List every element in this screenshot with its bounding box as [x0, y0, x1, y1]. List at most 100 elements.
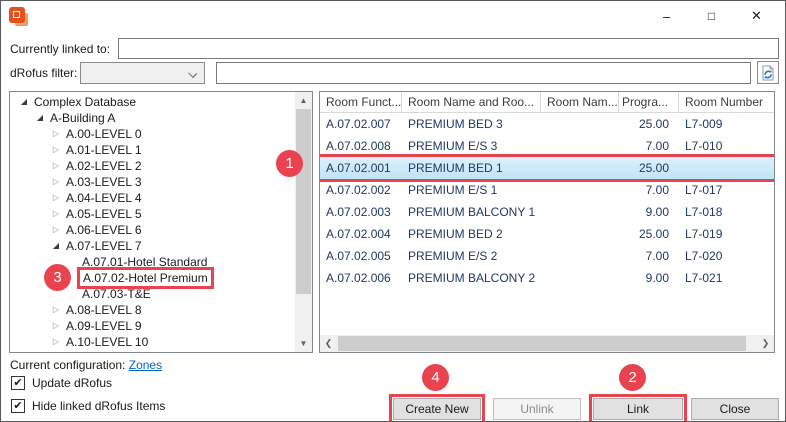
update-drofus-label: Update dRofus: [32, 376, 112, 390]
tree-item-label: A.07.02-Hotel Premium: [77, 267, 214, 289]
cell-room-name2: [541, 179, 619, 201]
tree-expander-icon[interactable]: [48, 318, 64, 334]
filter-input[interactable]: [216, 62, 751, 84]
cell-room-name: PREMIUM BED 2: [402, 223, 541, 245]
currently-linked-label: Currently linked to:: [10, 38, 110, 60]
tree-item-label: A.10-LEVEL 10: [64, 334, 150, 350]
scroll-left-icon[interactable]: ❮: [320, 335, 337, 352]
tree-expander-icon[interactable]: [48, 222, 64, 238]
table-row[interactable]: A.07.02.005 PREMIUM E/S 2 7.00 L7-020: [320, 245, 774, 267]
tree-expander-icon[interactable]: [16, 94, 32, 110]
cell-room-number: L7-009: [679, 113, 774, 135]
cell-room-function: A.07.02.007: [320, 113, 402, 135]
column-header-room-number[interactable]: Room Number: [679, 92, 774, 112]
scrollbar-thumb[interactable]: [338, 336, 746, 351]
table-row[interactable]: A.07.02.001 PREMIUM BED 1 25.00: [320, 157, 774, 179]
tree-expander-icon[interactable]: [48, 142, 64, 158]
cell-room-name: PREMIUM BED 1: [402, 157, 541, 179]
tree-item[interactable]: A.02-LEVEL 2: [10, 158, 294, 174]
cell-room-name2: [541, 201, 619, 223]
tree-expander-icon[interactable]: [48, 302, 64, 318]
currently-linked-input[interactable]: [118, 38, 779, 59]
maximize-icon[interactable]: □: [689, 1, 734, 31]
table-row[interactable]: A.07.02.002 PREMIUM E/S 1 7.00 L7-017: [320, 179, 774, 201]
cell-room-number: L7-020: [679, 245, 774, 267]
tree-expander-icon[interactable]: [48, 190, 64, 206]
table-row[interactable]: A.07.02.007 PREMIUM BED 3 25.00 L7-009: [320, 113, 774, 135]
table-horizontal-scrollbar[interactable]: ❮ ❯: [320, 335, 774, 352]
table-body: A.07.02.007 PREMIUM BED 3 25.00 L7-009 A…: [320, 113, 774, 289]
tree-item-label: A.08-LEVEL 8: [64, 302, 144, 318]
cell-program: 25.00: [619, 223, 679, 245]
create-new-button[interactable]: Create New: [393, 398, 481, 420]
cell-room-number: L7-021: [679, 267, 774, 289]
tree-item[interactable]: A.06-LEVEL 6: [10, 222, 294, 238]
titlebar: – □ ✕: [1, 1, 785, 31]
tree-item[interactable]: A.01-LEVEL 1: [10, 142, 294, 158]
annotation-step-1: 1: [276, 150, 303, 177]
tree-item-label: A.03-LEVEL 3: [64, 174, 144, 190]
table-row[interactable]: A.07.02.003 PREMIUM BALCONY 1 9.00 L7-01…: [320, 201, 774, 223]
tree-expander-icon[interactable]: [48, 174, 64, 190]
tree-item[interactable]: A.08-LEVEL 8: [10, 302, 294, 318]
tree-item[interactable]: A.05-LEVEL 5: [10, 206, 294, 222]
hide-linked-checkbox[interactable]: ✔: [11, 399, 25, 413]
cell-room-name2: [541, 113, 619, 135]
tree-item[interactable]: A.07-LEVEL 7: [10, 238, 294, 254]
zones-link[interactable]: Zones: [129, 358, 162, 372]
cell-room-name: PREMIUM BED 3: [402, 113, 541, 135]
tree-expander-icon[interactable]: [48, 206, 64, 222]
tree-item[interactable]: A-Building A: [10, 110, 294, 126]
tree-item-label: A.01-LEVEL 1: [64, 142, 144, 158]
cell-program: 9.00: [619, 201, 679, 223]
tree-expander-icon[interactable]: [48, 238, 64, 254]
cell-room-function: A.07.02.001: [320, 157, 402, 179]
tree-expander-icon[interactable]: [48, 334, 64, 350]
room-table-panel: Room Funct... Room Name and Roo... Room …: [319, 91, 775, 353]
tree-item[interactable]: A.10-LEVEL 10: [10, 334, 294, 350]
column-header-room-name2[interactable]: Room Nam...: [541, 92, 619, 112]
update-drofus-row: ✔ Update dRofus: [11, 376, 112, 390]
close-icon[interactable]: ✕: [734, 1, 779, 31]
close-button[interactable]: Close: [691, 398, 779, 420]
tree-expander-icon[interactable]: [48, 126, 64, 142]
chevron-down-icon: [188, 69, 197, 78]
column-header-room-name[interactable]: Room Name and Roo...: [402, 92, 541, 112]
cell-room-function: A.07.02.005: [320, 245, 402, 267]
scrollbar-thumb[interactable]: [296, 109, 311, 294]
minimize-icon[interactable]: –: [644, 1, 689, 31]
cell-program: 7.00: [619, 135, 679, 157]
cell-room-name: PREMIUM BALCONY 2: [402, 267, 541, 289]
tree-item[interactable]: A.03-LEVEL 3: [10, 174, 294, 190]
link-drofus-dialog: – □ ✕ Currently linked to: dRofus filter…: [0, 0, 786, 422]
column-header-program[interactable]: Progra...: [619, 92, 679, 112]
refresh-button[interactable]: [757, 61, 779, 84]
cell-room-function: A.07.02.002: [320, 179, 402, 201]
column-header-room-function[interactable]: Room Funct...: [320, 92, 402, 112]
cell-room-name: PREMIUM E/S 1: [402, 179, 541, 201]
tree-item[interactable]: A.00-LEVEL 0: [10, 126, 294, 142]
filter-dropdown[interactable]: [80, 62, 205, 84]
tree-expander-icon[interactable]: [32, 110, 48, 126]
cell-room-function: A.07.02.003: [320, 201, 402, 223]
table-row[interactable]: A.07.02.008 PREMIUM E/S 3 7.00 L7-010: [320, 135, 774, 157]
cell-room-number: [679, 157, 774, 179]
tree-vertical-scrollbar[interactable]: ▲ ▼: [295, 92, 312, 352]
tree-item-label: A-Building A: [48, 110, 117, 126]
table-row[interactable]: A.07.02.006 PREMIUM BALCONY 2 9.00 L7-02…: [320, 267, 774, 289]
tree-item[interactable]: A.09-LEVEL 9: [10, 318, 294, 334]
update-drofus-checkbox[interactable]: ✔: [11, 376, 25, 390]
cell-room-name2: [541, 267, 619, 289]
scroll-down-icon[interactable]: ▼: [295, 335, 312, 352]
annotation-step-3: 3: [44, 264, 71, 291]
cell-room-name2: [541, 157, 619, 179]
cell-room-name2: [541, 223, 619, 245]
scroll-up-icon[interactable]: ▲: [295, 92, 312, 109]
scroll-right-icon[interactable]: ❯: [757, 335, 774, 352]
table-row[interactable]: A.07.02.004 PREMIUM BED 2 25.00 L7-019: [320, 223, 774, 245]
tree-item[interactable]: Complex Database: [10, 94, 294, 110]
cell-room-function: A.07.02.008: [320, 135, 402, 157]
tree-expander-icon[interactable]: [48, 158, 64, 174]
tree-item[interactable]: A.04-LEVEL 4: [10, 190, 294, 206]
link-button[interactable]: Link: [593, 398, 683, 420]
